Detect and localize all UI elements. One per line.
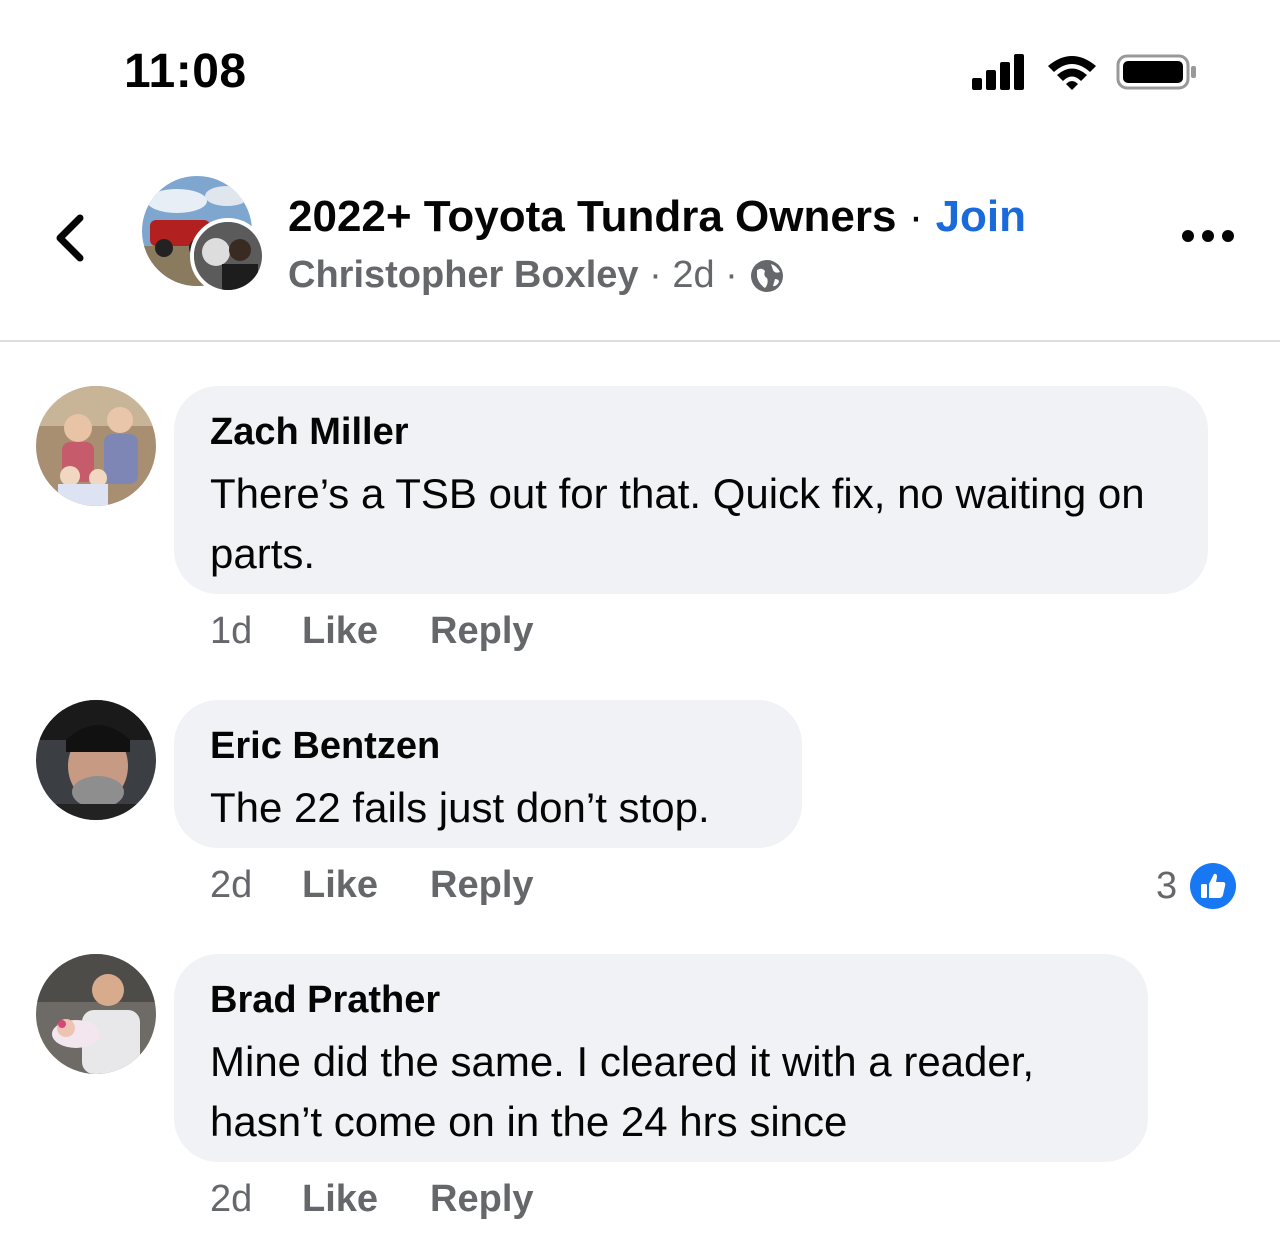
comment-actions: 2d Like Reply bbox=[210, 1178, 586, 1221]
chevron-left-icon[interactable] bbox=[42, 208, 102, 268]
commenter-avatar[interactable] bbox=[36, 700, 156, 820]
post-header: 2022+ Toyota Tundra Owners · Join Christ… bbox=[0, 140, 1280, 340]
comment-actions: 2d Like Reply bbox=[210, 864, 586, 907]
status-time: 11:08 bbox=[124, 45, 247, 98]
separator: · bbox=[908, 192, 924, 241]
like-button[interactable]: Like bbox=[302, 1178, 378, 1221]
comment-age: 1d bbox=[210, 610, 253, 652]
group-name[interactable]: 2022+ Toyota Tundra Owners bbox=[288, 192, 896, 241]
comment-text: There’s a TSB out for that. Quick fix, n… bbox=[210, 470, 1145, 577]
reply-button[interactable]: Reply bbox=[430, 864, 533, 907]
comment-text: The 22 fails just don’t stop. bbox=[210, 784, 710, 831]
battery-icon bbox=[1116, 54, 1196, 90]
header-divider bbox=[0, 340, 1280, 342]
globe-icon bbox=[750, 259, 783, 292]
reply-button[interactable]: Reply bbox=[430, 610, 533, 653]
commenter-avatar[interactable] bbox=[36, 386, 156, 506]
comment-bubble[interactable]: Eric Bentzen The 22 fails just don’t sto… bbox=[174, 700, 802, 848]
comment-text: Mine did the same. I cleared it with a r… bbox=[210, 1038, 1035, 1145]
comment-bubble[interactable]: Brad Prather Mine did the same. I cleare… bbox=[174, 954, 1148, 1162]
comment-author[interactable]: Brad Prather bbox=[210, 976, 1112, 1024]
thumbs-up-icon bbox=[1190, 863, 1237, 909]
poster-avatar[interactable] bbox=[190, 218, 266, 294]
reaction-summary[interactable]: 3 bbox=[1156, 862, 1237, 910]
signal-icon bbox=[972, 54, 1024, 90]
post-age: 2d bbox=[672, 254, 715, 296]
join-button[interactable]: Join bbox=[936, 192, 1026, 241]
status-bar: 11:08 bbox=[0, 0, 1280, 140]
comment-actions: 1d Like Reply bbox=[210, 610, 586, 653]
group-title-line: 2022+ Toyota Tundra Owners · Join bbox=[288, 192, 1026, 242]
comment-author[interactable]: Zach Miller bbox=[210, 408, 1172, 456]
like-button[interactable]: Like bbox=[302, 610, 378, 653]
comment-author[interactable]: Eric Bentzen bbox=[210, 722, 766, 770]
post-meta: Christopher Boxley · 2d · bbox=[288, 254, 786, 297]
wifi-icon bbox=[1048, 56, 1096, 90]
comment-bubble[interactable]: Zach Miller There’s a TSB out for that. … bbox=[174, 386, 1208, 594]
comment-age: 2d bbox=[210, 864, 253, 906]
comment-age: 2d bbox=[210, 1178, 253, 1220]
poster-name[interactable]: Christopher Boxley bbox=[288, 254, 639, 297]
like-button[interactable]: Like bbox=[302, 864, 378, 907]
commenter-avatar[interactable] bbox=[36, 954, 156, 1074]
reaction-count: 3 bbox=[1156, 864, 1178, 907]
reply-button[interactable]: Reply bbox=[430, 1178, 533, 1221]
more-horizontal-icon[interactable] bbox=[1180, 224, 1236, 248]
